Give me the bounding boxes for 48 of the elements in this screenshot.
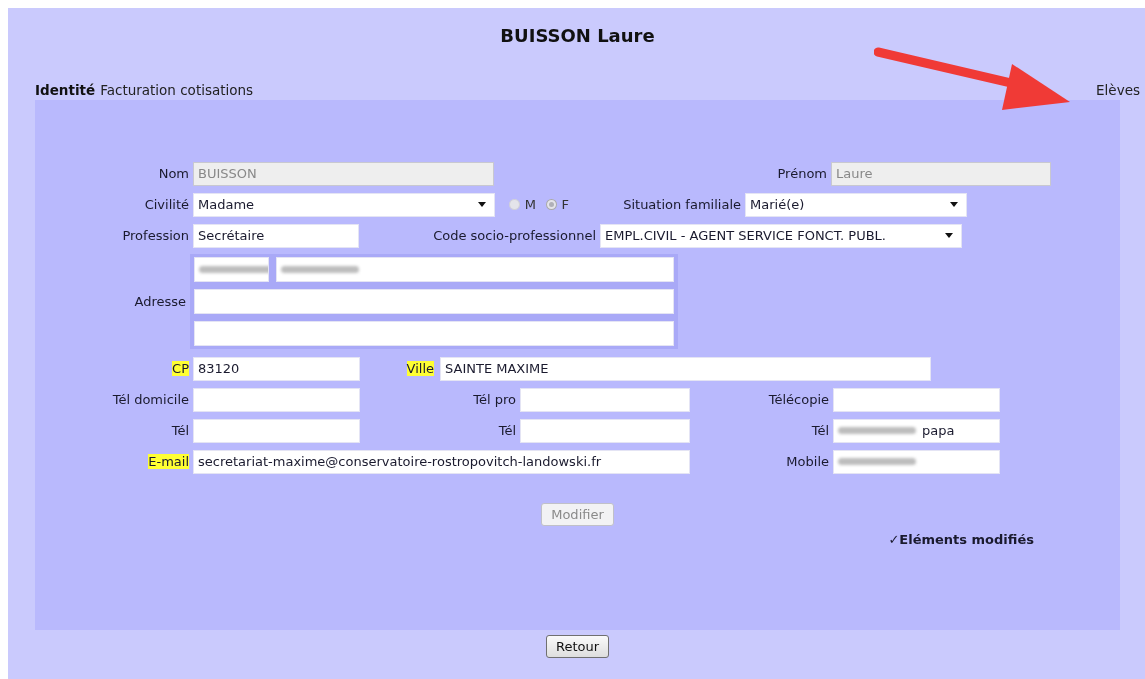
tab[interactable]: Facturation cotisations: [100, 82, 254, 100]
field-label: Code socio-professionnel: [433, 228, 596, 243]
tab[interactable]: Identité: [35, 82, 96, 100]
redacted-text: [199, 266, 268, 273]
radio-label: F: [561, 197, 569, 212]
input-field[interactable]: [520, 418, 690, 443]
field-label: Télécopie: [768, 392, 829, 407]
address-field[interactable]: [276, 257, 674, 282]
input-field[interactable]: [520, 387, 690, 412]
dropdown[interactable]: EMPL.CIVIL - AGENT SERVICE FONCT. PUBL.: [600, 223, 962, 248]
input-field[interactable]: Secrétaire: [193, 223, 359, 248]
field-label: Tél: [171, 423, 189, 438]
input-field[interactable]: [833, 387, 1000, 412]
caret-icon: [950, 202, 958, 207]
field-label: Tél pro: [473, 392, 516, 407]
field-label: Nom: [158, 166, 189, 181]
radio-button[interactable]: [509, 199, 520, 210]
address-field[interactable]: [194, 257, 269, 282]
input-field[interactable]: [193, 418, 360, 443]
address-field[interactable]: [194, 321, 674, 346]
caret-icon: [945, 233, 953, 238]
field-label: Civilité: [144, 197, 189, 212]
field-label: Tél: [811, 423, 829, 438]
tab[interactable]: Elèves: [1096, 82, 1140, 100]
input-field[interactable]: papa: [833, 418, 1000, 443]
input-field[interactable]: 83120: [193, 356, 360, 381]
field-label: Tél domicile: [112, 392, 189, 407]
dropdown[interactable]: Marié(e): [745, 192, 967, 217]
field-label: CP: [172, 361, 189, 376]
input-field[interactable]: [833, 449, 1000, 474]
field-label: E-mail: [148, 454, 189, 469]
field-label: Tél: [498, 423, 516, 438]
input-field[interactable]: [193, 387, 360, 412]
dropdown[interactable]: Madame: [193, 192, 495, 217]
status-message: ✓Eléments modifiés: [888, 532, 1034, 547]
radio-button[interactable]: [545, 199, 557, 210]
field-label: Mobile: [786, 454, 829, 469]
address-field[interactable]: [194, 289, 674, 314]
input-field[interactable]: secretariat-maxime@conservatoire-rostropovitch-landowski.fr: [193, 449, 690, 474]
radio-label: M: [524, 197, 536, 212]
page-title: BUISSON Laure: [499, 24, 656, 48]
back-button[interactable]: Retour: [545, 635, 610, 658]
field-label: Prénom: [777, 166, 827, 181]
field-label: Situation familiale: [623, 197, 741, 212]
field-label: Adresse: [134, 294, 186, 309]
field-label: Profession: [122, 228, 189, 243]
input-field[interactable]: SAINTE MAXIME: [440, 356, 931, 381]
caret-icon: [478, 202, 486, 207]
